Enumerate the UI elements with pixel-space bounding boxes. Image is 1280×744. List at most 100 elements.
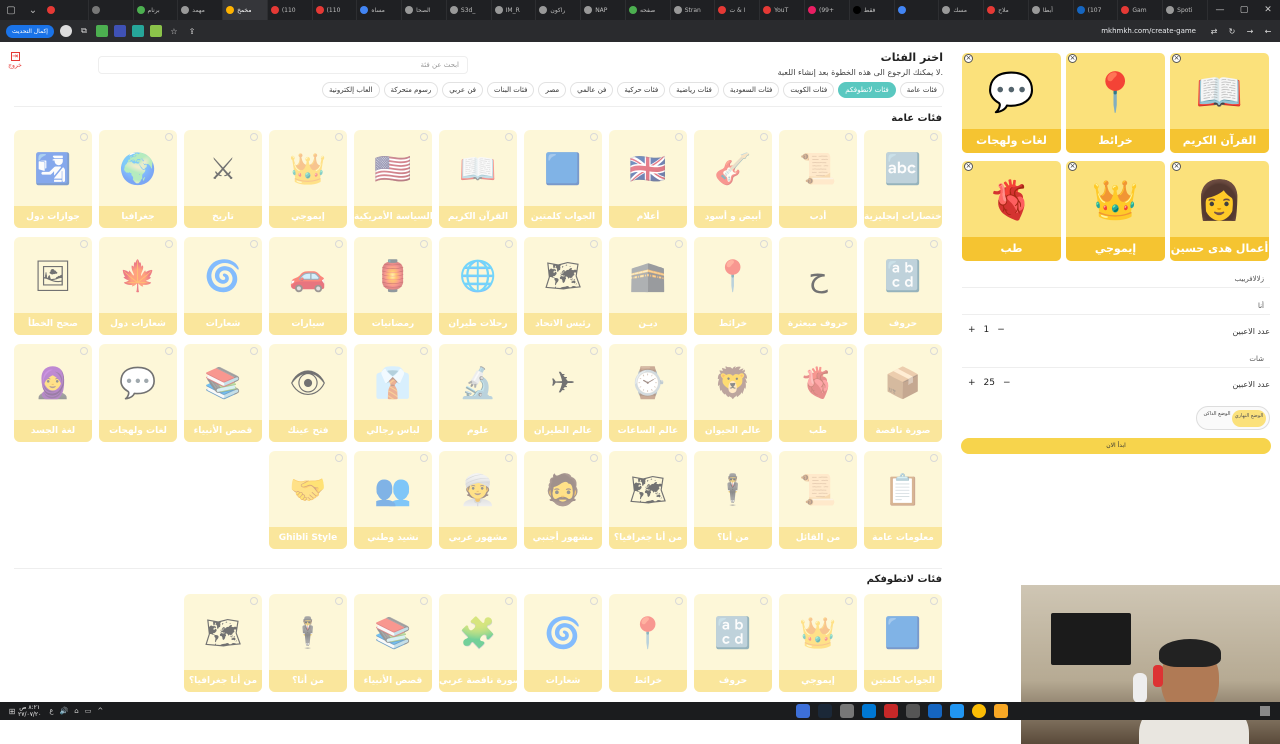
- info-icon[interactable]: [335, 597, 343, 605]
- category-chip[interactable]: العاب إلكترونية: [322, 82, 380, 98]
- info-icon[interactable]: [335, 454, 343, 462]
- info-icon[interactable]: [845, 240, 853, 248]
- taskbar-clock[interactable]: ٨:٢١ ص ٢٧/٠٧/٢٠: [18, 704, 41, 718]
- category-card[interactable]: 🚗 سيارات: [269, 237, 347, 335]
- info-icon[interactable]: [675, 597, 683, 605]
- app-icon-1[interactable]: [796, 704, 810, 718]
- remove-icon[interactable]: ×: [1068, 162, 1077, 171]
- category-card[interactable]: 📋 معلومات عامة: [864, 451, 942, 549]
- category-card[interactable]: 📦 صورة ناقصة: [864, 344, 942, 442]
- category-chip[interactable]: فئات رياضية: [669, 82, 719, 98]
- browser-tab[interactable]: (110: [268, 0, 313, 20]
- remove-icon[interactable]: ×: [964, 54, 973, 63]
- steam-icon[interactable]: [818, 704, 832, 718]
- browser-tab[interactable]: راكون: [536, 0, 582, 20]
- info-icon[interactable]: [675, 454, 683, 462]
- info-icon[interactable]: [335, 347, 343, 355]
- team2-name-field[interactable]: شات: [962, 350, 1270, 368]
- info-icon[interactable]: [165, 347, 173, 355]
- browser-tab[interactable]: (107: [1074, 0, 1119, 20]
- category-card[interactable]: 👥 نشيد وطني: [354, 451, 432, 549]
- browser-tab[interactable]: [44, 0, 89, 20]
- info-icon[interactable]: [590, 347, 598, 355]
- info-icon[interactable]: [760, 597, 768, 605]
- category-card[interactable]: 📍 خرائط: [609, 594, 687, 692]
- category-card[interactable]: 🧩 صورة ناقصة عربي: [439, 594, 517, 692]
- app-icon-3[interactable]: [884, 704, 898, 718]
- category-chip[interactable]: فئات الكويت: [783, 82, 835, 98]
- category-card[interactable]: 👔 لباس رجالي: [354, 344, 432, 442]
- category-card[interactable]: 🎸 أبيض و أسود: [694, 130, 772, 228]
- browser-tab[interactable]: Gam: [1118, 0, 1164, 20]
- extensions-icon[interactable]: ⧉: [78, 25, 90, 37]
- category-chip[interactable]: فن عربي: [442, 82, 484, 98]
- selected-category-card[interactable]: 💬 × لغات ولهجات: [962, 53, 1061, 153]
- browser-tab[interactable]: برنام: [134, 0, 179, 20]
- category-card[interactable]: 🛂 جوازات دول: [14, 130, 92, 228]
- info-icon[interactable]: [930, 454, 938, 462]
- info-icon[interactable]: [505, 240, 513, 248]
- category-card[interactable]: 🧔 مشهور أجنبي: [524, 451, 602, 549]
- category-chip[interactable]: رسوم متحركة: [383, 82, 439, 98]
- theme-toggle[interactable]: الوضع الداكن الوضع النهاري: [1196, 406, 1270, 430]
- share-icon[interactable]: ⇪: [186, 25, 198, 37]
- close-icon[interactable]: ✕: [1256, 0, 1280, 20]
- increment-button[interactable]: +: [968, 325, 976, 335]
- info-icon[interactable]: [930, 240, 938, 248]
- category-card[interactable]: 🍁 شعارات دول: [99, 237, 177, 335]
- category-card[interactable]: ⌚ عالم الساعات: [609, 344, 687, 442]
- category-card[interactable]: 🕋 ديـن: [609, 237, 687, 335]
- category-card[interactable]: 📖 القرآن الكريم: [439, 130, 517, 228]
- info-icon[interactable]: [420, 240, 428, 248]
- category-chip[interactable]: فئات لاتطوفكم: [838, 82, 896, 98]
- browser-tab[interactable]: فقط: [850, 0, 895, 20]
- browser-menu-icon[interactable]: ▢: [0, 0, 22, 20]
- info-icon[interactable]: [590, 597, 598, 605]
- start-game-button[interactable]: ابدأ الان: [961, 438, 1271, 454]
- info-icon[interactable]: [505, 133, 513, 141]
- remove-icon[interactable]: ×: [964, 162, 973, 171]
- minimize-icon[interactable]: —: [1208, 0, 1232, 20]
- category-card[interactable]: ✈ عالم الطيران: [524, 344, 602, 442]
- category-card[interactable]: 🏮 رمضانيات: [354, 237, 432, 335]
- extension-icon-4[interactable]: [149, 25, 162, 37]
- category-card[interactable]: 📜 من القائل: [779, 451, 857, 549]
- browser-tab[interactable]: IM_R: [492, 0, 537, 20]
- bookmark-star-icon[interactable]: ☆: [168, 25, 180, 37]
- category-card[interactable]: 👑 إيموجي: [269, 130, 347, 228]
- info-icon[interactable]: [420, 347, 428, 355]
- browser-tab[interactable]: Stran: [671, 0, 716, 20]
- browser-tab[interactable]: الصحا: [402, 0, 447, 20]
- category-card[interactable]: 🧕 لغة الجسد: [14, 344, 92, 442]
- info-icon[interactable]: [675, 240, 683, 248]
- increment-button[interactable]: +: [968, 378, 976, 388]
- app-icon-5[interactable]: [928, 704, 942, 718]
- explorer-icon[interactable]: [994, 704, 1008, 718]
- forward-icon[interactable]: →: [1244, 25, 1256, 37]
- team1-name-field[interactable]: أنا: [962, 297, 1270, 315]
- exit-button[interactable]: ⇥ خروج: [6, 52, 24, 69]
- address-bar[interactable]: mkhmkh.com/create-game: [204, 27, 1202, 35]
- info-icon[interactable]: [590, 454, 598, 462]
- decrement-button[interactable]: −: [997, 325, 1005, 335]
- category-chip[interactable]: مصر: [538, 82, 567, 98]
- category-card[interactable]: 👳 مشهور عربي: [439, 451, 517, 549]
- category-chip[interactable]: فئات حركية: [617, 82, 666, 98]
- category-card[interactable]: ح حروف مبعثرة: [779, 237, 857, 335]
- category-card[interactable]: 🌐 رحلات طيران: [439, 237, 517, 335]
- category-card[interactable]: 🌍 جغرافيا: [99, 130, 177, 228]
- category-chip[interactable]: فئات عامة: [899, 82, 944, 98]
- info-icon[interactable]: [420, 597, 428, 605]
- browser-tab[interactable]: مهمد: [178, 0, 224, 20]
- browser-tab[interactable]: S3d_: [447, 0, 492, 20]
- extension-icon-1[interactable]: [95, 25, 108, 37]
- category-card[interactable]: 🗺 من أنا جغرافيا؟: [184, 594, 262, 692]
- info-icon[interactable]: [505, 597, 513, 605]
- info-icon[interactable]: [250, 347, 258, 355]
- chevron-up-icon[interactable]: ^: [97, 707, 103, 715]
- browser-tab[interactable]: (110: [313, 0, 358, 20]
- info-icon[interactable]: [165, 240, 173, 248]
- volume-icon[interactable]: 🔊: [60, 707, 69, 715]
- category-card[interactable]: 📜 أدب: [779, 130, 857, 228]
- decrement-button[interactable]: −: [1003, 378, 1011, 388]
